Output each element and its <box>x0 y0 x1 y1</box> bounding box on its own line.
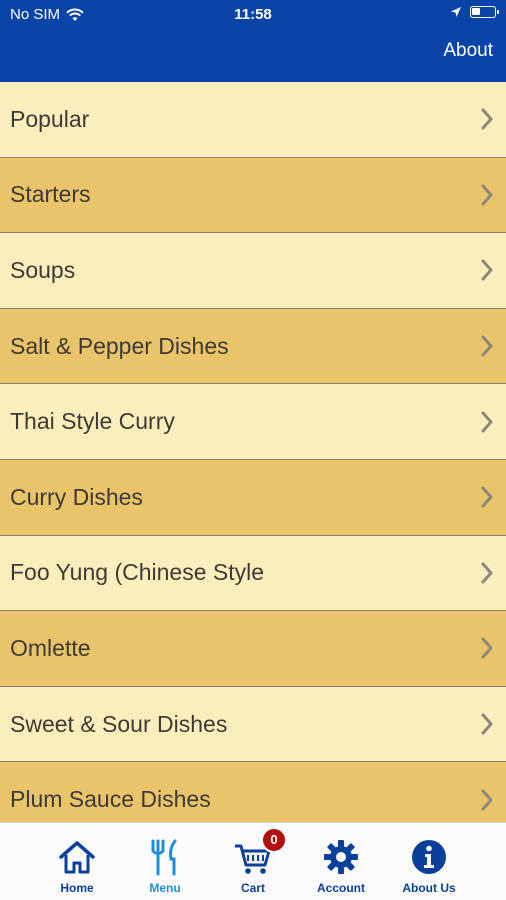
tab-about-us[interactable]: About Us <box>385 823 473 900</box>
status-bar: No SIM 11:58 <box>0 0 506 30</box>
tab-home[interactable]: Home <box>33 823 121 900</box>
app-header: No SIM 11:58 About <box>0 0 506 82</box>
tab-home-label: Home <box>60 881 94 895</box>
status-time: 11:58 <box>234 6 272 23</box>
menu-item-popular[interactable]: Popular <box>0 82 506 158</box>
tab-cart-label: Cart <box>240 881 265 895</box>
fork-knife-icon <box>151 839 177 876</box>
tab-bar: Home Menu 0 Cart Account About Us <box>0 822 506 900</box>
menu-item-label: Curry Dishes <box>10 483 143 510</box>
gear-icon <box>324 840 358 874</box>
menu-item-label: Foo Yung (Chinese Style <box>10 559 265 586</box>
menu-item-starters[interactable]: Starters <box>0 157 506 234</box>
menu-item-label: Popular <box>10 105 90 132</box>
info-icon <box>412 840 446 874</box>
chevron-right-icon <box>481 259 493 281</box>
menu-item-omlette[interactable]: Omlette <box>0 611 506 687</box>
menu-item-label: Soups <box>10 256 76 283</box>
menu-item-salt-pepper-dishes[interactable]: Salt & Pepper Dishes <box>0 308 506 385</box>
menu-item-curry-dishes[interactable]: Curry Dishes <box>0 459 506 536</box>
menu-item-label: Starters <box>10 181 91 208</box>
tab-about-us-label: About Us <box>402 881 456 895</box>
tab-menu[interactable]: Menu <box>121 823 209 900</box>
chevron-right-icon <box>481 184 493 206</box>
tab-cart[interactable]: 0 Cart <box>209 823 297 900</box>
tab-menu-label: Menu <box>149 881 181 895</box>
chevron-right-icon <box>481 713 493 735</box>
status-right <box>450 6 499 18</box>
menu-item-label: Thai Style Curry <box>10 408 175 435</box>
chevron-right-icon <box>481 637 493 659</box>
chevron-right-icon <box>481 789 493 811</box>
menu-item-sweet-sour-dishes[interactable]: Sweet & Sour Dishes <box>0 686 506 763</box>
menu-item-soups[interactable]: Soups <box>0 233 506 309</box>
chevron-right-icon <box>481 486 493 508</box>
menu-item-plum-sauce-dishes[interactable]: Plum Sauce Dishes <box>0 762 506 822</box>
chevron-right-icon <box>481 562 493 584</box>
menu-item-foo-yung[interactable]: Foo Yung (Chinese Style <box>0 535 506 612</box>
menu-item-label: Omlette <box>10 634 91 661</box>
chevron-right-icon <box>481 335 493 357</box>
tab-account-label: Account <box>317 881 365 895</box>
cart-count-badge: 0 <box>261 827 287 853</box>
tab-account[interactable]: Account <box>297 823 385 900</box>
chevron-right-icon <box>481 108 493 130</box>
about-link[interactable]: About <box>443 40 493 62</box>
location-arrow-icon <box>451 7 461 17</box>
home-icon <box>59 841 95 874</box>
menu-category-list: Popular Starters Soups Salt & Pepper Dis… <box>0 82 506 822</box>
menu-item-label: Plum Sauce Dishes <box>10 786 211 813</box>
menu-item-label: Salt & Pepper Dishes <box>10 332 229 359</box>
chevron-right-icon <box>481 411 493 433</box>
menu-item-thai-style-curry[interactable]: Thai Style Curry <box>0 384 506 460</box>
battery-icon <box>470 6 499 18</box>
menu-item-label: Sweet & Sour Dishes <box>10 710 228 737</box>
